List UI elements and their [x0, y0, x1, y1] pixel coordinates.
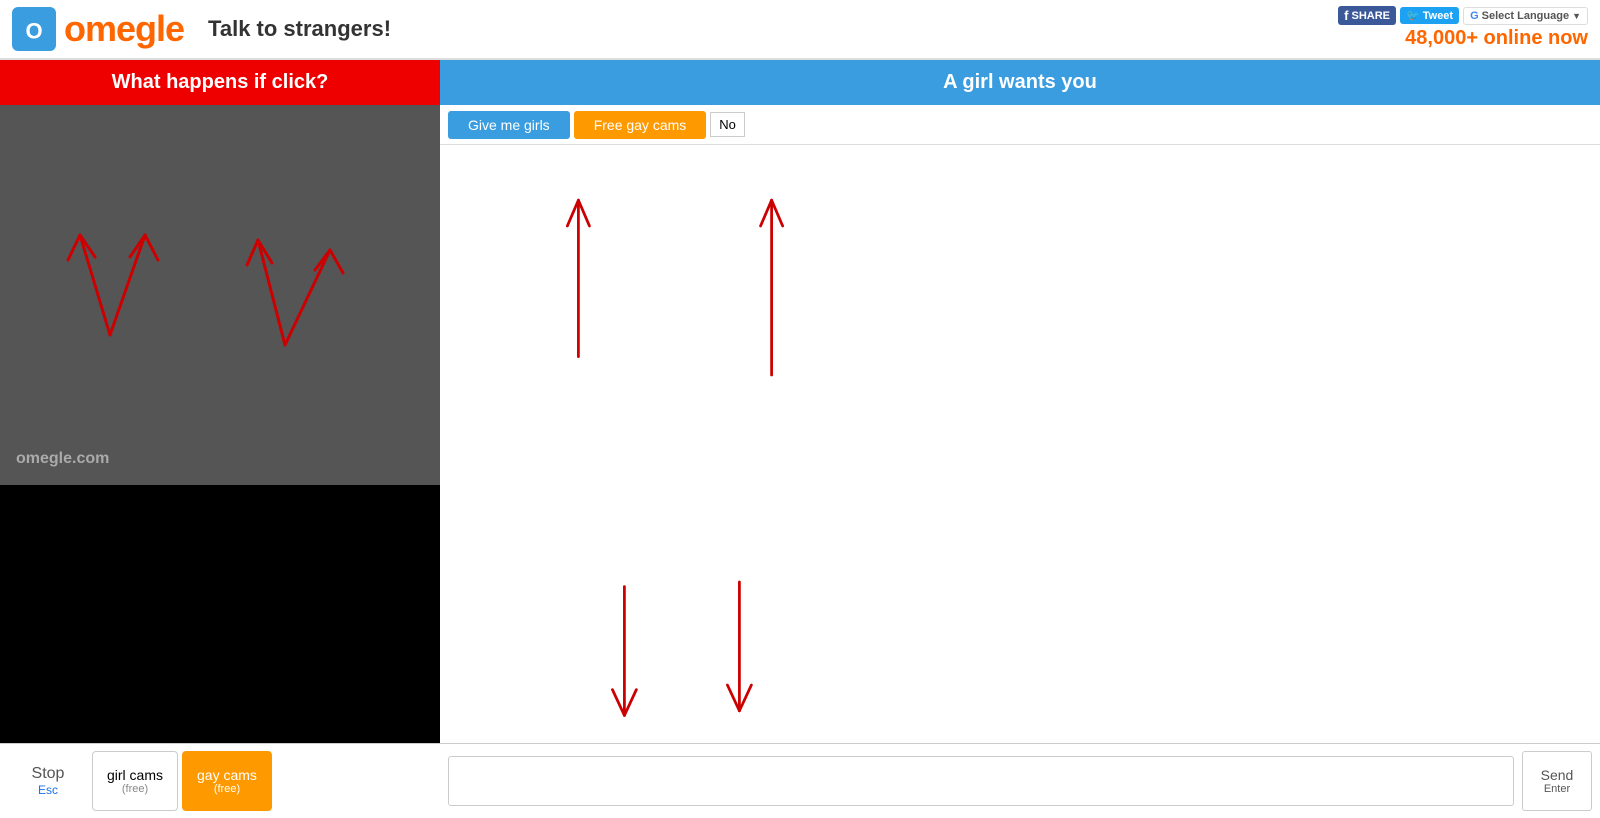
chat-bottom-bar: Send Enter	[440, 743, 1600, 818]
chat-header-text: A girl wants you	[943, 71, 1097, 94]
chevron-down-icon: ▼	[1572, 11, 1581, 21]
send-enter-label: Enter	[1544, 783, 1570, 795]
right-panel: A girl wants you Give me girls Free gay …	[440, 60, 1600, 818]
svg-text:O: O	[25, 18, 42, 43]
send-button[interactable]: Send Enter	[1522, 751, 1592, 811]
online-count: 48,000+ online now	[1405, 27, 1588, 50]
tagline: Talk to strangers!	[208, 16, 391, 42]
free-gay-cams-button[interactable]: Free gay cams	[574, 111, 707, 139]
online-count-number: 48,000+	[1405, 27, 1478, 49]
arrows-top-svg	[0, 105, 440, 485]
chat-input[interactable]	[448, 756, 1514, 806]
watermark-sub: .com	[72, 450, 109, 467]
twitter-tweet-button[interactable]: 🐦 Tweet	[1400, 7, 1459, 24]
gay-cams-button[interactable]: gay cams (free)	[182, 751, 272, 811]
google-translate-button[interactable]: G Select Language ▼	[1463, 7, 1588, 25]
ad-banner[interactable]: What happens if click?	[0, 60, 440, 105]
chat-arrows-svg	[440, 145, 1600, 743]
ad-banner-text: What happens if click?	[112, 71, 329, 94]
twitter-icon: 🐦	[1406, 9, 1420, 22]
video-top-area: omegle.com	[0, 105, 440, 485]
options-bar: Give me girls Free gay cams No	[440, 105, 1600, 145]
main: What happens if click?	[0, 60, 1600, 818]
online-count-label: online now	[1478, 27, 1588, 49]
chat-header: A girl wants you	[440, 60, 1600, 105]
girl-cams-button[interactable]: girl cams (free)	[92, 751, 178, 811]
omegle-watermark: omegle.com	[16, 443, 109, 469]
header: O omegle Talk to strangers! f SHARE 🐦 Tw…	[0, 0, 1600, 60]
fb-label: SHARE	[1352, 10, 1391, 22]
send-label: Send	[1541, 767, 1574, 783]
logo-area: O omegle	[12, 7, 184, 51]
facebook-share-button[interactable]: f SHARE	[1338, 6, 1396, 25]
watermark-main: omegle	[16, 450, 72, 467]
gay-cams-label: gay cams	[197, 767, 257, 783]
select-language-label: Select Language	[1482, 10, 1569, 22]
stop-button[interactable]: Stop Esc	[8, 751, 88, 811]
logo-text: omegle	[64, 8, 184, 50]
no-button[interactable]: No	[710, 112, 745, 137]
bottom-bar: Stop Esc girl cams (free) gay cams (free…	[0, 743, 440, 818]
stop-label: Stop	[32, 765, 65, 783]
girl-cams-sub: (free)	[122, 783, 148, 795]
facebook-icon: f	[1344, 8, 1348, 23]
google-icon: G	[1470, 10, 1479, 22]
left-panel: What happens if click?	[0, 60, 440, 818]
gay-cams-sub: (free)	[214, 783, 240, 795]
omegle-logo-icon: O	[12, 7, 56, 51]
stop-esc-label: Esc	[38, 783, 58, 797]
give-girls-button[interactable]: Give me girls	[448, 111, 570, 139]
video-bottom-area	[0, 485, 440, 743]
girl-cams-label: girl cams	[107, 767, 163, 783]
tw-label: Tweet	[1423, 10, 1453, 22]
header-right: f SHARE 🐦 Tweet G Select Language ▼ 48,0…	[1338, 6, 1588, 50]
chat-area	[440, 145, 1600, 743]
social-buttons: f SHARE 🐦 Tweet G Select Language ▼	[1338, 6, 1588, 25]
